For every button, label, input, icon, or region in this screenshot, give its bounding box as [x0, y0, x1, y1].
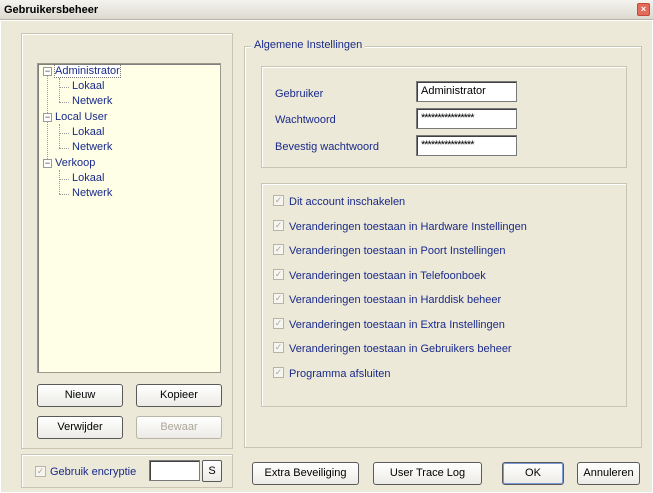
confirm-password-label: Bevestig wachtwoord [275, 141, 379, 153]
permission-label: Programma afsluiten [289, 368, 391, 380]
tree-item-label: Verkoop [55, 157, 96, 169]
ok-button[interactable]: OK [502, 462, 564, 485]
checkbox[interactable]: ✓ [273, 195, 284, 206]
tree-item-administrator[interactable]: Administrator [54, 64, 121, 79]
tree-item-label: Lokaal [72, 126, 105, 138]
confirm-password-field[interactable]: **************** [416, 135, 517, 156]
permission-label: Veranderingen toestaan in Gebruikers beh… [289, 343, 512, 355]
encryption-label: Gebruik encryptie [50, 466, 137, 478]
user-field[interactable]: Administrator [416, 81, 517, 102]
window-title: Gebruikersbeheer [4, 4, 99, 16]
tree-item-label: Netwerk [72, 95, 113, 107]
checkbox[interactable]: ✓ [273, 342, 284, 353]
permission-label: Veranderingen toestaan in Harddisk behee… [289, 294, 502, 306]
tree-item-lokaal[interactable]: Lokaal [72, 79, 104, 94]
tree-item-lokaal[interactable]: Lokaal [72, 171, 104, 186]
delete-button[interactable]: Verwijder [37, 416, 123, 439]
general-settings-legend: Algemene Instellingen [251, 39, 366, 51]
checkbox[interactable]: ✓ [273, 269, 284, 280]
tree-item-label: Netwerk [72, 141, 113, 153]
encryption-checkbox[interactable]: ✓ [35, 466, 46, 477]
collapse-icon[interactable]: − [43, 113, 52, 122]
collapse-icon[interactable]: − [43, 159, 52, 168]
password-label: Wachtwoord [275, 114, 336, 126]
title-bar: Gebruikersbeheer × [0, 0, 653, 20]
checkbox[interactable]: ✓ [273, 220, 284, 231]
password-field[interactable]: **************** [416, 108, 517, 129]
permission-label: Dit account inschakelen [289, 196, 406, 208]
tree-item-netwerk[interactable]: Netwerk [72, 94, 112, 109]
tree-item-verkoop[interactable]: Verkoop [55, 156, 95, 171]
permission-label: Veranderingen toestaan in Extra Instelli… [289, 319, 505, 331]
permission-label: Veranderingen toestaan in Hardware Inste… [289, 221, 527, 233]
tree-item-label: Administrator [54, 64, 121, 78]
user-trace-log-button[interactable]: User Trace Log [373, 462, 482, 485]
user-tree[interactable]: − Administrator Lokaal Netwerk − Local U… [37, 63, 221, 373]
tree-item-lokaal[interactable]: Lokaal [72, 125, 104, 140]
tree-item-label: Netwerk [72, 187, 113, 199]
tree-item-label: Lokaal [72, 172, 105, 184]
tree-item-label: Local User [55, 111, 108, 123]
save-button[interactable]: Bewaar [136, 416, 222, 439]
checkbox[interactable]: ✓ [273, 367, 284, 378]
tree-item-local-user[interactable]: Local User [55, 110, 108, 125]
encryption-key-input[interactable] [149, 460, 200, 481]
user-label: Gebruiker [275, 88, 324, 100]
extra-security-button[interactable]: Extra Beveiliging [252, 462, 359, 485]
permission-label: Veranderingen toestaan in Poort Instelli… [289, 245, 506, 257]
new-button[interactable]: Nieuw [37, 384, 123, 407]
permission-label: Veranderingen toestaan in Telefoonboek [289, 270, 486, 282]
close-icon[interactable]: × [637, 3, 650, 16]
collapse-icon[interactable]: − [43, 67, 52, 76]
tree-item-netwerk[interactable]: Netwerk [72, 140, 112, 155]
checkbox[interactable]: ✓ [273, 318, 284, 329]
dialog-body: − Administrator Lokaal Netwerk − Local U… [0, 20, 653, 493]
tree-item-netwerk[interactable]: Netwerk [72, 186, 112, 201]
checkbox[interactable]: ✓ [273, 244, 284, 255]
cancel-button[interactable]: Annuleren [577, 462, 640, 485]
tree-item-label: Lokaal [72, 80, 105, 92]
checkbox[interactable]: ✓ [273, 293, 284, 304]
copy-button[interactable]: Kopieer [136, 384, 222, 407]
encryption-s-button[interactable]: S [202, 460, 222, 482]
